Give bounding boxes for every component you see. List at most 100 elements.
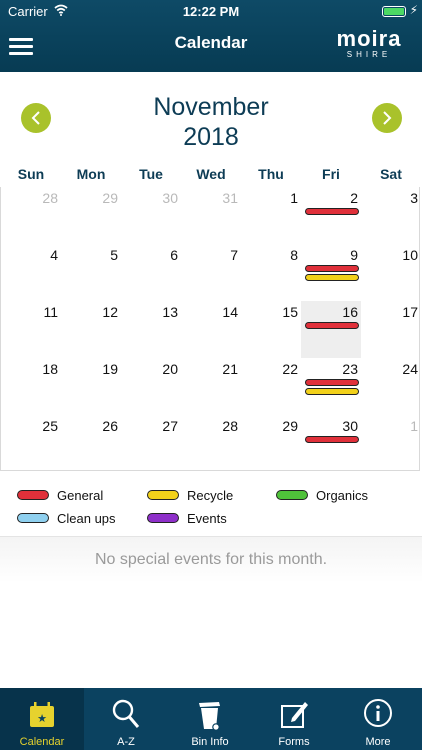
- collection-marker-general: [305, 208, 359, 215]
- day-cell[interactable]: 17: [361, 301, 421, 358]
- day-number: 25: [42, 418, 58, 434]
- day-cell[interactable]: 12: [61, 301, 121, 358]
- tab-label: More: [365, 736, 391, 748]
- day-cell[interactable]: 30: [301, 415, 361, 472]
- day-cell[interactable]: 7: [181, 244, 241, 301]
- day-cell[interactable]: 29: [61, 187, 121, 244]
- weekday-label: Fri: [322, 166, 340, 182]
- month-header: November 2018: [0, 72, 422, 162]
- day-cell[interactable]: 8: [241, 244, 301, 301]
- day-cell[interactable]: 23: [301, 358, 361, 415]
- charging-icon: ⚡: [409, 3, 418, 17]
- tab-calendar[interactable]: ★ Calendar: [0, 688, 84, 750]
- day-number: 5: [110, 247, 118, 263]
- day-number: 28: [222, 418, 238, 434]
- day-cell[interactable]: 21: [181, 358, 241, 415]
- tab-a-z[interactable]: A-Z: [84, 688, 168, 750]
- legend-swatch: [17, 513, 49, 523]
- day-cell[interactable]: 24: [361, 358, 421, 415]
- form-edit-icon: [279, 697, 309, 731]
- day-cell[interactable]: 1: [241, 187, 301, 244]
- day-number: 8: [290, 247, 298, 263]
- day-cell[interactable]: 25: [1, 415, 61, 472]
- day-cell[interactable]: 28: [181, 415, 241, 472]
- legend-swatch: [147, 513, 179, 523]
- day-cell[interactable]: 30: [121, 187, 181, 244]
- app-screen: Carrier 12:22 PM ⚡ Calendar moira SHIRE: [0, 0, 422, 750]
- day-cell[interactable]: 9: [301, 244, 361, 301]
- day-cell[interactable]: 20: [121, 358, 181, 415]
- day-number: 26: [102, 418, 118, 434]
- tab-forms[interactable]: Forms: [252, 688, 336, 750]
- day-cell[interactable]: 10: [361, 244, 421, 301]
- day-number: 24: [402, 361, 418, 377]
- day-cell[interactable]: 3: [361, 187, 421, 244]
- day-cell[interactable]: 1: [361, 415, 421, 472]
- day-number: 10: [402, 247, 418, 263]
- day-number: 16: [342, 304, 358, 320]
- events-message: No special events for this month.: [0, 537, 422, 583]
- month-year: 2018: [183, 123, 239, 151]
- legend-label: General: [57, 488, 104, 503]
- day-cell[interactable]: 13: [121, 301, 181, 358]
- day-number: 19: [102, 361, 118, 377]
- status-time: 12:22 PM: [182, 4, 240, 19]
- tab-label: Bin Info: [191, 736, 229, 748]
- day-cell[interactable]: 26: [61, 415, 121, 472]
- collection-marker-general: [305, 436, 359, 443]
- legend-swatch: [147, 490, 179, 500]
- collection-marker-general: [305, 265, 359, 272]
- tab-bin-info[interactable]: Bin Info: [168, 688, 252, 750]
- day-cell[interactable]: 29: [241, 415, 301, 472]
- tab-label: Calendar: [19, 736, 65, 748]
- collection-marker-recycle: [305, 388, 359, 395]
- info-icon: [363, 697, 393, 731]
- day-number: 21: [222, 361, 238, 377]
- day-cell[interactable]: 27: [121, 415, 181, 472]
- day-cell[interactable]: 16: [301, 301, 361, 358]
- weekday-label: Sat: [380, 166, 402, 182]
- day-cell[interactable]: 6: [121, 244, 181, 301]
- day-cell[interactable]: 18: [1, 358, 61, 415]
- chevron-right-icon: [383, 111, 392, 125]
- day-number: 23: [342, 361, 358, 377]
- wheelie-bin-icon: [195, 697, 225, 731]
- day-number: 2: [350, 190, 358, 206]
- tab-more[interactable]: More: [336, 688, 420, 750]
- day-cell[interactable]: 11: [1, 301, 61, 358]
- calendar-grid: 28 29 30 31 1 2 3 4 5 6 7 8 9 10 11 12 13 14 15 16 17 18 19 20 2…: [0, 187, 422, 471]
- day-number: 18: [42, 361, 58, 377]
- day-number: 13: [162, 304, 178, 320]
- tab-bar: ★ Calendar A-Z Bin Info Forms More: [0, 688, 422, 750]
- day-cell[interactable]: 4: [1, 244, 61, 301]
- day-cell[interactable]: 19: [61, 358, 121, 415]
- status-bar: Carrier 12:22 PM ⚡: [0, 0, 422, 22]
- day-number: 29: [102, 190, 118, 206]
- day-number: 12: [102, 304, 118, 320]
- day-number: 20: [162, 361, 178, 377]
- legend-swatch: [276, 490, 308, 500]
- legend-label: Clean ups: [57, 511, 116, 526]
- day-number: 14: [222, 304, 238, 320]
- day-number: 11: [43, 304, 58, 320]
- day-number: 7: [230, 247, 238, 263]
- day-cell[interactable]: 15: [241, 301, 301, 358]
- day-cell[interactable]: 22: [241, 358, 301, 415]
- day-number: 4: [50, 247, 58, 263]
- day-cell[interactable]: 5: [61, 244, 121, 301]
- day-cell[interactable]: 28: [1, 187, 61, 244]
- tab-label: A-Z: [117, 736, 135, 748]
- collection-marker-general: [305, 379, 359, 386]
- day-cell[interactable]: 14: [181, 301, 241, 358]
- day-cell[interactable]: 31: [181, 187, 241, 244]
- weekday-label: Mon: [76, 166, 106, 182]
- month-name: November: [153, 93, 269, 121]
- next-month-button[interactable]: [372, 103, 402, 133]
- day-number: 1: [410, 418, 418, 434]
- moira-shire-logo: moira SHIRE: [336, 26, 402, 60]
- legend-label: Events: [187, 511, 227, 526]
- day-number: 27: [162, 418, 178, 434]
- day-cell[interactable]: 2: [301, 187, 361, 244]
- weekday-label: Sun: [17, 166, 45, 182]
- legend-swatch: [17, 490, 49, 500]
